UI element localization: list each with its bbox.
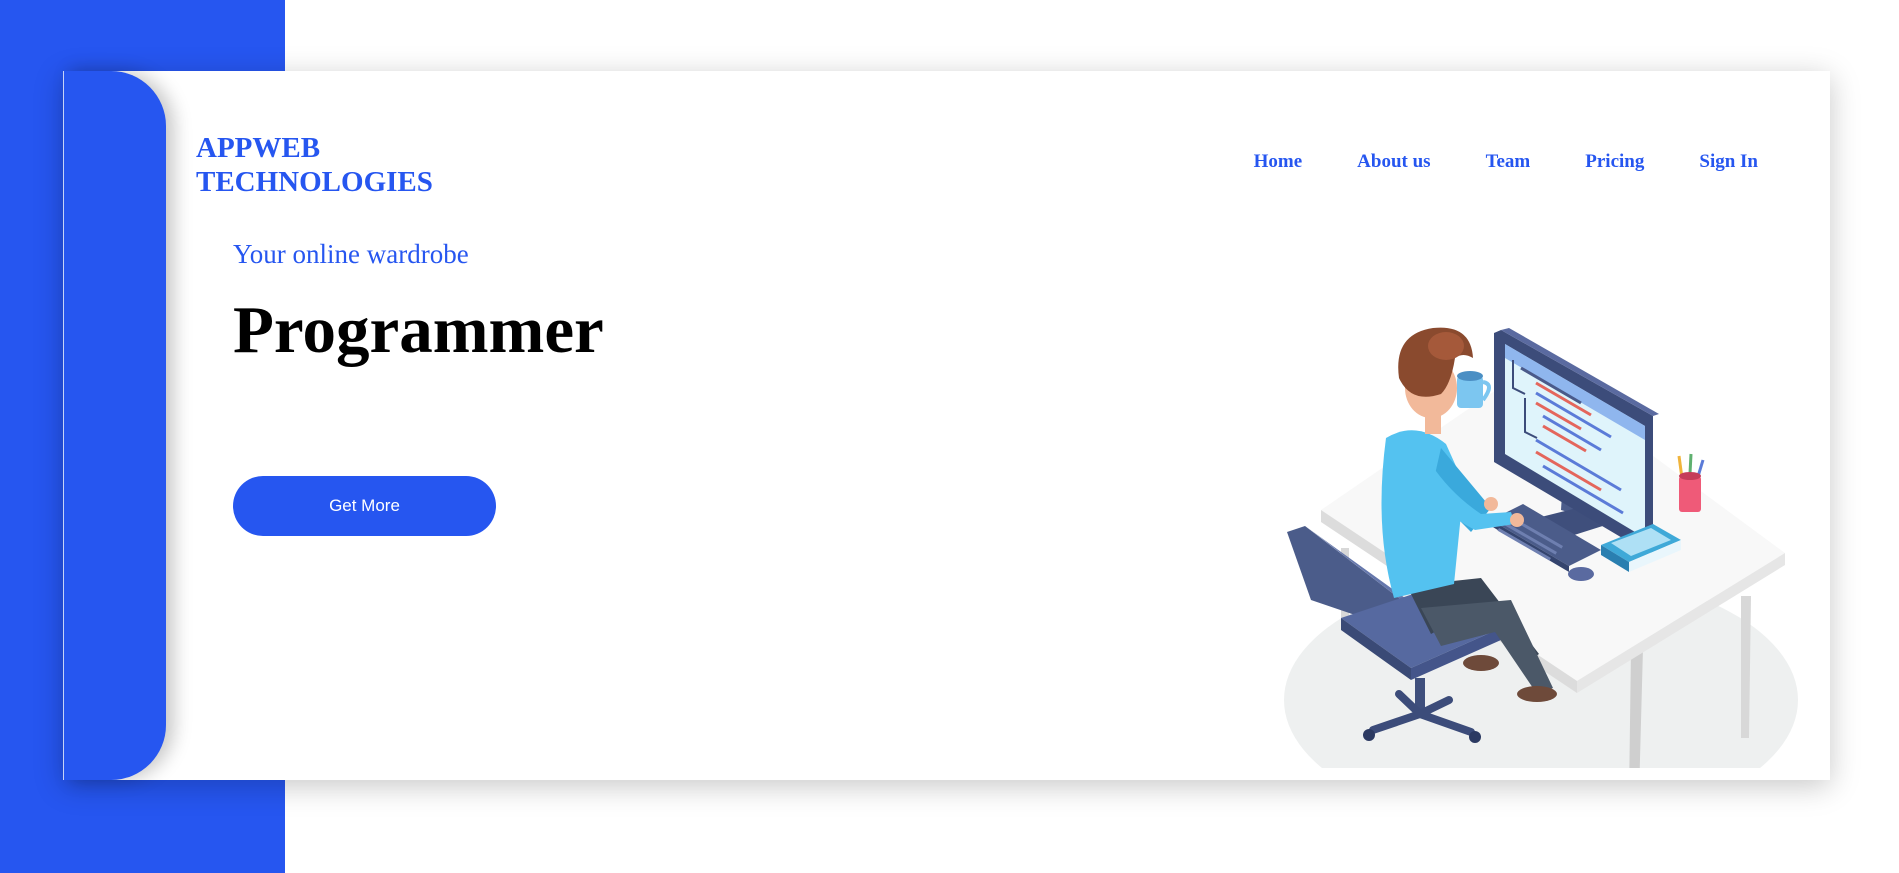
main-nav: Home About us Team Pricing Sign In bbox=[1199, 151, 1758, 173]
hero-tagline: Your online wardrobe bbox=[233, 239, 469, 269]
card-accent-bar bbox=[63, 71, 166, 780]
mouse-icon bbox=[1568, 567, 1594, 581]
brand-logo-line1: APPWEB bbox=[196, 132, 321, 164]
get-more-button[interactable]: Get More bbox=[233, 476, 496, 536]
brand-logo-line2: TECHNOLOGIES bbox=[196, 166, 433, 198]
pencil-cup-icon bbox=[1677, 453, 1705, 512]
nav-home[interactable]: Home bbox=[1254, 151, 1303, 173]
nav-sign-in[interactable]: Sign In bbox=[1699, 151, 1758, 173]
nav-pricing[interactable]: Pricing bbox=[1585, 151, 1644, 173]
nav-about-us[interactable]: About us bbox=[1357, 151, 1430, 173]
hero-card: APPWEB TECHNOLOGIES Home About us Team P… bbox=[63, 71, 1830, 780]
brand-logo[interactable]: APPWEB TECHNOLOGIES bbox=[196, 131, 433, 199]
nav-team[interactable]: Team bbox=[1486, 151, 1531, 173]
hero-headline: Programmer bbox=[233, 293, 604, 367]
programmer-at-desk-illustration bbox=[1284, 327, 1798, 768]
